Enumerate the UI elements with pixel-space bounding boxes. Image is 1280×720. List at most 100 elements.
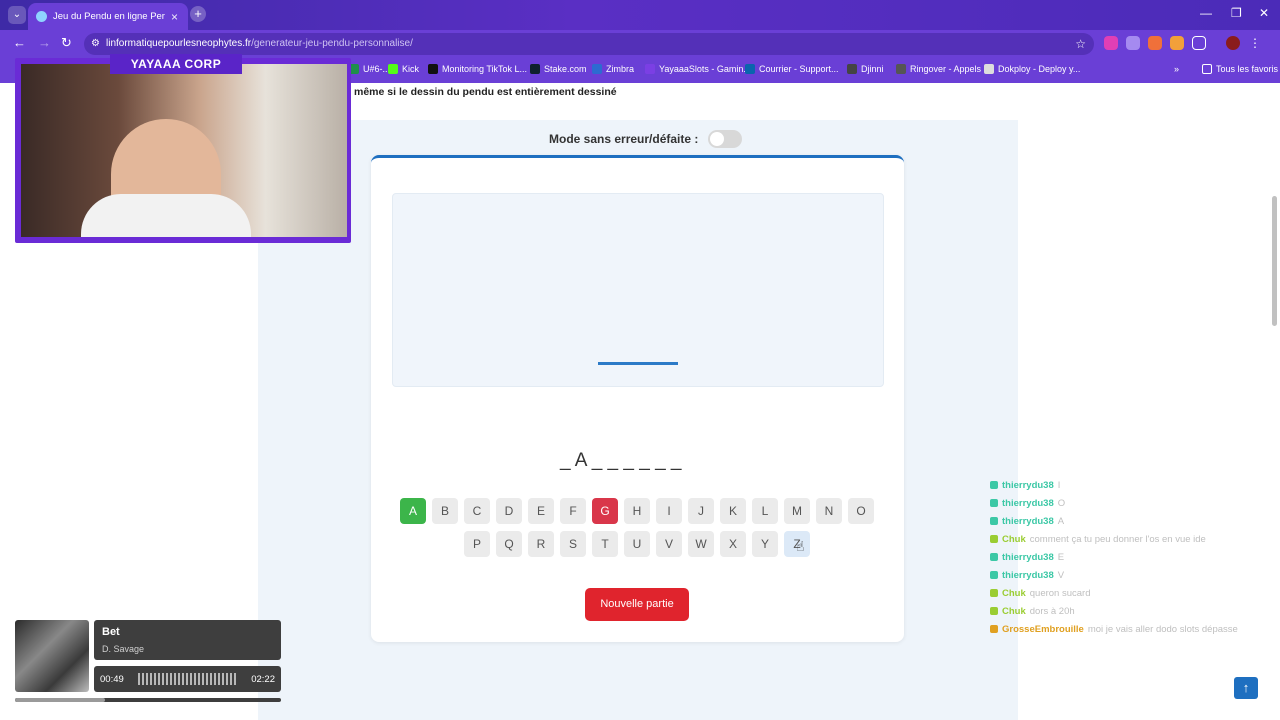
mode-label: Mode sans erreur/défaite : [549, 132, 699, 146]
bookmark-item[interactable]: Stake.com [530, 64, 587, 74]
extension-icon[interactable] [1126, 36, 1140, 50]
browser-tab-bar: ⌄ Jeu du Pendu en ligne Personnalisé × +… [0, 0, 1280, 30]
extension-icon[interactable] [1170, 36, 1184, 50]
letter-key-g[interactable]: G [592, 498, 618, 524]
chat-username: Chuk [1002, 605, 1026, 617]
bookmark-item[interactable]: YayaaaSlots - Gamin... [645, 64, 751, 74]
page-scrollbar[interactable] [1271, 86, 1278, 720]
letter-key-k[interactable]: K [720, 498, 746, 524]
window-close-icon[interactable]: ✕ [1259, 6, 1269, 20]
bookmarks-overflow-icon[interactable]: » [1174, 64, 1179, 74]
chat-username: thierrydu38 [1002, 551, 1054, 563]
letter-key-j[interactable]: J [688, 498, 714, 524]
letter-key-b[interactable]: B [432, 498, 458, 524]
chat-text: moi je vais aller dodo slots dépasse [1087, 623, 1238, 635]
letter-key-o[interactable]: O [848, 498, 874, 524]
music-player: Bet D. Savage 00:49 02:22 [15, 620, 281, 704]
chat-message: thierrydu38 E [990, 548, 1275, 566]
bookmark-label: Courrier - Support... [759, 64, 839, 74]
back-to-top-button[interactable]: ↑ [1234, 677, 1258, 699]
music-timeline: 00:49 02:22 [94, 666, 281, 692]
new-tab-plus-icon[interactable]: + [190, 6, 206, 22]
letter-key-s[interactable]: S [560, 531, 586, 557]
bookmark-label: Monitoring TikTok L... [442, 64, 528, 74]
bookmark-star-icon[interactable]: ☆ [1075, 33, 1086, 55]
chat-text: O [1057, 497, 1066, 509]
extension-icon[interactable] [1148, 36, 1162, 50]
letter-key-c[interactable]: C [464, 498, 490, 524]
letter-key-x[interactable]: X [720, 531, 746, 557]
restore-icon[interactable]: ❐ [1231, 6, 1242, 20]
hangman-drawing-canvas [392, 193, 884, 387]
bookmark-item[interactable]: Kick [388, 64, 419, 74]
bookmark-item[interactable]: Zimbra [592, 64, 634, 74]
letter-key-y[interactable]: Y [752, 531, 778, 557]
letter-key-q[interactable]: Q [496, 531, 522, 557]
folder-icon [1202, 64, 1212, 74]
bookmark-label: Ringover - Appels [910, 64, 982, 74]
letter-key-h[interactable]: H [624, 498, 650, 524]
all-bookmarks-folder[interactable]: Tous les favoris [1202, 64, 1278, 74]
browser-menu-icon[interactable]: ⋮ [1248, 36, 1262, 50]
letter-key-e[interactable]: E [528, 498, 554, 524]
chat-badge-icon [990, 607, 998, 615]
bookmark-item[interactable]: Courrier - Support... [745, 64, 839, 74]
chat-username: Chuk [1002, 587, 1026, 599]
no-error-mode-row: Mode sans erreur/défaite : [549, 130, 743, 148]
letter-key-u[interactable]: U [624, 531, 650, 557]
browser-tab-active[interactable]: Jeu du Pendu en ligne Personnalisé × [28, 3, 188, 30]
no-error-mode-toggle[interactable] [708, 130, 743, 148]
track-total: 02:22 [251, 674, 275, 685]
hand-cursor-icon: ☝ [796, 538, 805, 554]
letter-key-t[interactable]: T [592, 531, 618, 557]
album-cover [15, 620, 89, 692]
tab-close-icon[interactable]: × [171, 10, 178, 24]
letter-key-i[interactable]: I [656, 498, 682, 524]
letter-key-n[interactable]: N [816, 498, 842, 524]
letter-key-m[interactable]: M [784, 498, 810, 524]
chat-badge-icon [990, 571, 998, 579]
site-info-icon[interactable]: ⚙ [91, 33, 100, 55]
chat-text: comment ça tu peu donner l'os en vue ide [1029, 533, 1206, 545]
tab-search-chevron-icon[interactable]: ⌄ [8, 6, 26, 24]
letter-key-w[interactable]: W [688, 531, 714, 557]
bookmark-item[interactable]: Djinni [847, 64, 884, 74]
letter-key-r[interactable]: R [528, 531, 554, 557]
bookmark-item[interactable]: Ringover - Appels [896, 64, 981, 74]
bookmark-item[interactable]: Dokploy - Deploy y... [984, 64, 1080, 74]
chat-message: thierrydu38 A [990, 512, 1275, 530]
bookmark-item[interactable]: Monitoring TikTok L... [428, 64, 527, 74]
chat-badge-icon [990, 517, 998, 525]
extension-icon[interactable] [1104, 36, 1118, 50]
chat-badge-icon [990, 481, 998, 489]
letter-key-d[interactable]: D [496, 498, 522, 524]
intro-text: même si le dessin du pendu est entièreme… [354, 86, 617, 98]
chat-message: Chuk queron sucard [990, 584, 1275, 602]
minimize-icon[interactable]: — [1200, 6, 1212, 20]
reload-icon[interactable]: ↻ [61, 35, 72, 51]
chat-text: queron sucard [1029, 587, 1091, 599]
letter-key-v[interactable]: V [656, 531, 682, 557]
site-favicon-icon [36, 11, 47, 22]
chat-username: Chuk [1002, 533, 1026, 545]
bookmark-item[interactable]: U#6-... [349, 64, 390, 74]
back-arrow-icon[interactable]: ← [13, 35, 26, 50]
extensions-puzzle-icon[interactable] [1192, 36, 1206, 50]
tab-title: Jeu du Pendu en ligne Personnalisé [53, 11, 165, 22]
chat-text: dors à 20h [1029, 605, 1075, 617]
chat-text: V [1057, 569, 1065, 581]
letter-key-l[interactable]: L [752, 498, 778, 524]
bookmark-label: Stake.com [544, 64, 587, 74]
scroll-thumb[interactable] [1272, 196, 1277, 326]
new-game-button[interactable]: Nouvelle partie [585, 588, 689, 621]
bookmark-favicon-icon [745, 64, 755, 74]
chat-badge-icon [990, 553, 998, 561]
letter-key-f[interactable]: F [560, 498, 586, 524]
profile-avatar[interactable] [1226, 36, 1240, 50]
music-progress-fill [15, 698, 106, 702]
letter-key-p[interactable]: P [464, 531, 490, 557]
forward-arrow-icon[interactable]: → [38, 35, 51, 50]
letter-key-a[interactable]: A [400, 498, 426, 524]
all-bookmarks-label: Tous les favoris [1216, 64, 1279, 74]
url-bar[interactable]: ⚙ linformatiquepourlesneophytes.fr/gener… [84, 33, 1094, 55]
